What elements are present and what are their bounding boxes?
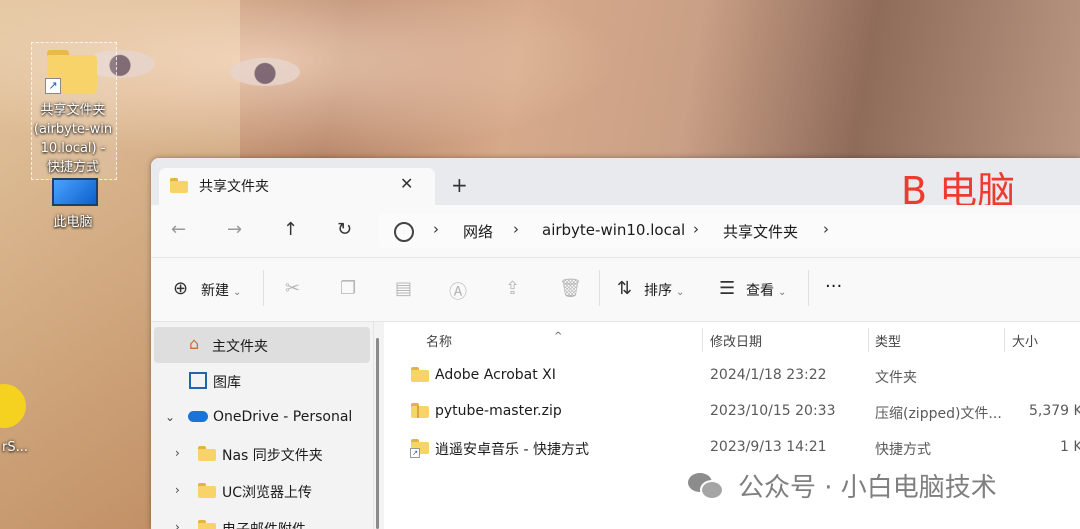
file-name: pytube-master.zip bbox=[435, 403, 562, 419]
file-name: 逍遥安卓音乐 - 快捷方式 bbox=[435, 442, 589, 458]
this-pc-icon[interactable] bbox=[52, 178, 98, 206]
tab-shared-folder[interactable]: 共享文件夹 ✕ bbox=[159, 168, 435, 205]
sort-icon: ⇅ bbox=[617, 278, 633, 299]
chevron-down-icon[interactable]: ⌄ bbox=[165, 410, 175, 424]
home-icon: ⌂ bbox=[189, 334, 200, 353]
file-size: 1 K bbox=[1060, 439, 1080, 455]
this-pc-label: 此电脑 bbox=[53, 215, 93, 230]
command-bar: ⊕ 新建 ⌄ ✂ ❐ ▤ Ⓐ ⇪ 🗑 ⇅ 排序 ⌄ ☰ 查看 ⌄ ··· bbox=[151, 258, 1080, 322]
file-date: 2024/1/18 23:22 bbox=[710, 367, 827, 383]
file-size: 5,379 K bbox=[1029, 403, 1080, 419]
cut-icon[interactable]: ✂ bbox=[285, 278, 300, 299]
share-icon[interactable]: ⇪ bbox=[505, 278, 520, 299]
sidebar-scrollbar[interactable] bbox=[376, 338, 379, 529]
up-icon[interactable]: ↑ bbox=[283, 219, 298, 240]
folder-icon bbox=[198, 520, 216, 529]
sidebar-item-nas-sync[interactable]: › Nas 同步文件夹 bbox=[151, 436, 367, 472]
sort-button[interactable]: 排序 ⌄ bbox=[644, 280, 684, 300]
new-tab-button[interactable]: + bbox=[451, 173, 468, 197]
rename-icon[interactable]: Ⓐ bbox=[449, 278, 467, 304]
folder-icon bbox=[198, 483, 216, 498]
breadcrumb-host[interactable]: airbyte-win10.local bbox=[542, 221, 685, 239]
paste-icon[interactable]: ▤ bbox=[395, 278, 412, 299]
gallery-icon bbox=[189, 372, 207, 389]
copy-icon[interactable]: ❐ bbox=[340, 278, 356, 299]
divider bbox=[599, 270, 600, 306]
plus-circle-icon: ⊕ bbox=[173, 278, 189, 299]
wallpaper-eye-right bbox=[230, 58, 300, 86]
divider bbox=[868, 328, 869, 352]
sidebar-item-gallery[interactable]: 图库 bbox=[151, 363, 367, 399]
cloud-icon bbox=[188, 411, 208, 422]
zip-folder-icon bbox=[411, 403, 429, 418]
wechat-icon bbox=[688, 470, 728, 500]
sidebar-item-onedrive[interactable]: ⌄ OneDrive - Personal bbox=[151, 400, 367, 436]
chevron-right-icon[interactable]: › bbox=[823, 220, 829, 238]
network-icon bbox=[394, 222, 414, 242]
divider bbox=[1004, 328, 1005, 352]
new-button[interactable]: 新建 ⌄ bbox=[201, 280, 241, 300]
navigation-pane: ⌂ 主文件夹 图库 ⌄ OneDrive - Personal › Nas 同步… bbox=[151, 322, 374, 529]
chevron-right-icon[interactable]: › bbox=[175, 446, 180, 460]
column-name[interactable]: 名称 bbox=[426, 331, 452, 350]
column-size[interactable]: 大小 bbox=[1012, 331, 1038, 350]
column-headers: ^ 名称 修改日期 类型 大小 bbox=[384, 322, 1080, 358]
address-bar[interactable]: › 网络 › airbyte-win10.local › 共享文件夹 › bbox=[379, 214, 1080, 248]
file-name: Adobe Acrobat XI bbox=[435, 367, 556, 383]
file-type: 文件夹 bbox=[875, 370, 917, 386]
file-date: 2023/10/15 20:33 bbox=[710, 403, 836, 419]
chevron-right-icon[interactable]: › bbox=[693, 220, 699, 238]
tab-title: 共享文件夹 bbox=[199, 179, 269, 195]
sidebar-item-uc-upload[interactable]: › UC浏览器上传 bbox=[151, 473, 367, 509]
table-row[interactable]: pytube-master.zip 2023/10/15 20:33 压缩(zi… bbox=[384, 394, 1080, 430]
desktop-partial-label: rS... bbox=[2, 440, 28, 455]
shortcut-folder-icon: ↗ bbox=[410, 439, 429, 458]
column-type[interactable]: 类型 bbox=[875, 331, 901, 350]
sidebar-item-email-attachments[interactable]: › 电子邮件附件 bbox=[151, 510, 367, 529]
table-row[interactable]: Adobe Acrobat XI 2024/1/18 23:22 文件夹 bbox=[384, 358, 1080, 394]
chevron-right-icon[interactable]: › bbox=[433, 220, 439, 238]
view-button[interactable]: 查看 ⌄ bbox=[746, 280, 786, 300]
back-icon[interactable]: ← bbox=[171, 219, 186, 240]
sort-ascending-icon: ^ bbox=[554, 331, 563, 342]
more-options-button[interactable]: ··· bbox=[825, 276, 842, 297]
delete-icon[interactable]: 🗑 bbox=[559, 278, 582, 299]
desktop-shortcut-label: 共享文件夹 (airbyte-win 10.local) - 快捷方式 bbox=[33, 103, 113, 175]
navigation-bar: ← → ↑ ↻ › 网络 › airbyte-win10.local › 共享文… bbox=[151, 205, 1080, 258]
chevron-right-icon[interactable]: › bbox=[175, 483, 180, 497]
view-icon: ☰ bbox=[719, 278, 736, 299]
table-row[interactable]: ↗ 逍遥安卓音乐 - 快捷方式 2023/9/13 14:21 快捷方式 1 K bbox=[384, 430, 1080, 466]
tab-bar: 共享文件夹 ✕ + B 电脑 bbox=[151, 158, 1080, 213]
divider bbox=[808, 270, 809, 306]
folder-shortcut-icon[interactable]: ↗ bbox=[45, 50, 97, 94]
file-date: 2023/9/13 14:21 bbox=[710, 439, 827, 455]
folder-icon bbox=[198, 446, 216, 461]
file-type: 压缩(zipped)文件... bbox=[875, 406, 1002, 422]
chevron-right-icon[interactable]: › bbox=[513, 220, 519, 238]
folder-icon bbox=[411, 367, 429, 382]
divider bbox=[702, 328, 703, 352]
close-tab-icon[interactable]: ✕ bbox=[400, 174, 413, 193]
breadcrumb-network[interactable]: 网络 bbox=[463, 221, 493, 242]
divider bbox=[263, 270, 264, 306]
file-type: 快捷方式 bbox=[875, 442, 931, 458]
forward-icon[interactable]: → bbox=[227, 219, 242, 240]
breadcrumb-shared-folder[interactable]: 共享文件夹 bbox=[723, 221, 798, 242]
chevron-right-icon[interactable]: › bbox=[175, 520, 180, 529]
folder-icon bbox=[170, 178, 188, 193]
watermark-text: 公众号 · 小白电脑技术 bbox=[738, 473, 997, 503]
refresh-icon[interactable]: ↻ bbox=[337, 219, 352, 240]
column-date[interactable]: 修改日期 bbox=[710, 331, 762, 350]
sidebar-item-home[interactable]: ⌂ 主文件夹 bbox=[154, 327, 370, 363]
